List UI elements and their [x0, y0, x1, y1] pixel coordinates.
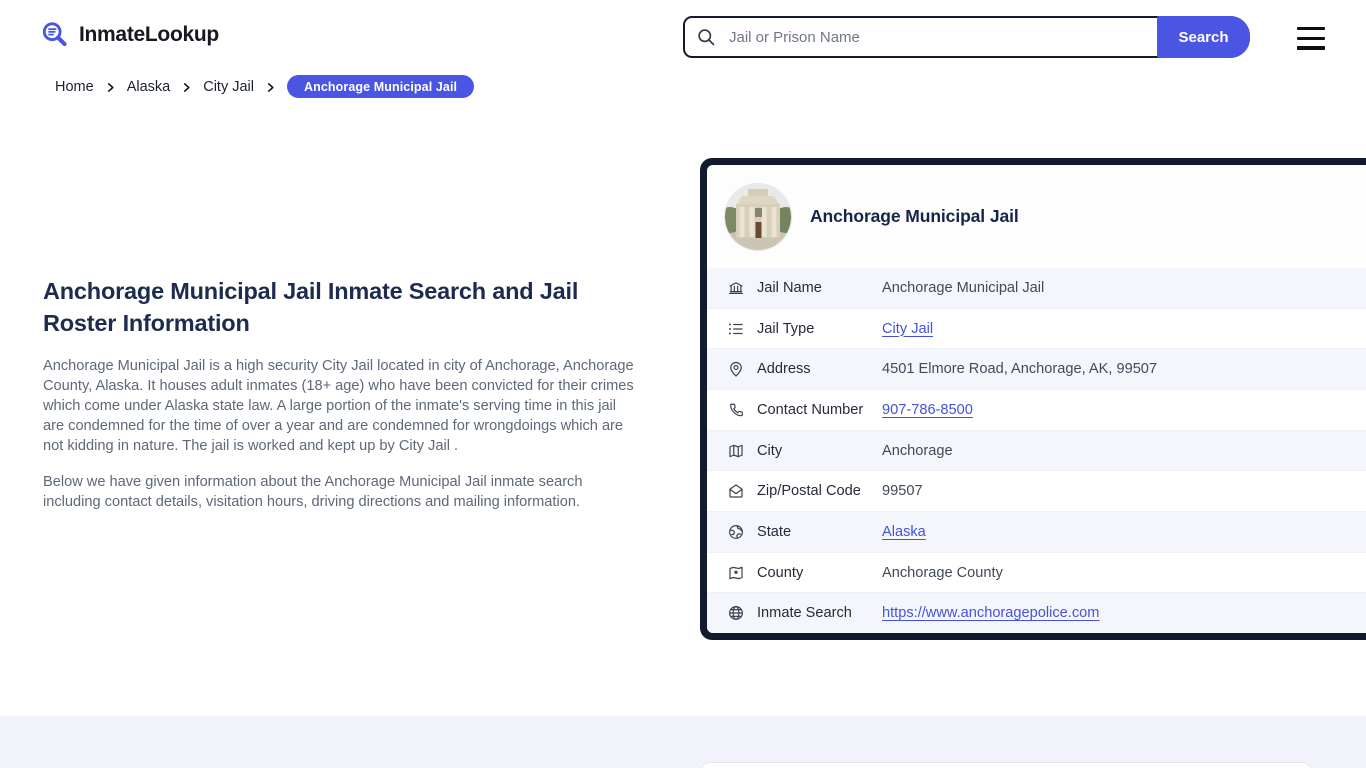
page-title: Anchorage Municipal Jail Inmate Search a… [43, 278, 579, 336]
row-label: State [757, 523, 792, 540]
menu-icon[interactable] [1297, 27, 1325, 50]
globe-icon [727, 604, 745, 622]
magnifier-logo-icon [42, 22, 67, 47]
list-icon [727, 320, 745, 338]
chevron-right-icon [181, 82, 192, 93]
footer-band [0, 716, 1366, 768]
jail-info-card-inner: Anchorage Municipal Jail Jail Name Ancho… [707, 165, 1366, 633]
row-label: County [757, 564, 804, 581]
chevron-right-icon [265, 82, 276, 93]
row-label: Address [757, 361, 811, 378]
intro-paragraph: Anchorage Municipal Jail is a high secur… [43, 358, 634, 454]
row-label: City [757, 442, 783, 459]
chevron-right-icon [105, 82, 116, 93]
breadcrumb: Home Alaska City Jail Anchorage Municipa… [55, 75, 475, 98]
info-row-city: City Anchorage [707, 429, 1366, 471]
phone-icon [727, 401, 745, 419]
info-row-state: State Alaska [707, 511, 1366, 552]
breadcrumb-current-badge: Anchorage Municipal Jail [286, 75, 475, 98]
map-marker-icon [727, 564, 745, 582]
bank-icon [727, 279, 745, 297]
envelope-icon [727, 482, 745, 500]
row-label: Inmate Search [757, 605, 852, 622]
info-row-contact-number: Contact Number 907-786-8500 [707, 389, 1366, 430]
state-link[interactable]: Alaska [882, 524, 926, 540]
info-row-county: County Anchorage County [707, 551, 1366, 593]
contact-number-link[interactable]: 907-786-8500 [882, 402, 973, 418]
row-label: Jail Name [757, 279, 822, 296]
page: InmateLookup Search Home Alaska City Jai… [0, 0, 1366, 768]
info-row-inmate-search: Inmate Search https://www.anchoragepolic… [707, 592, 1366, 633]
breadcrumb-city-jail[interactable]: City Jail [203, 79, 254, 95]
search-bar: Search [683, 16, 1250, 58]
row-value: 4501 Elmore Road, Anchorage, AK, 99507 [882, 361, 1158, 378]
info-row-address: Address 4501 Elmore Road, Anchorage, AK,… [707, 348, 1366, 390]
row-label: Contact Number [757, 401, 864, 418]
map-pin-icon [727, 360, 745, 378]
search-icon [696, 27, 716, 47]
jail-type-link[interactable]: City Jail [882, 321, 933, 337]
jail-info-card: Anchorage Municipal Jail Jail Name Ancho… [700, 158, 1366, 640]
row-value: Anchorage County [882, 564, 1003, 581]
info-row-jail-name: Jail Name Anchorage Municipal Jail [707, 268, 1366, 308]
row-label: Jail Type [757, 320, 815, 337]
info-rows: Jail Name Anchorage Municipal Jail Jail … [707, 268, 1366, 633]
breadcrumb-home[interactable]: Home [55, 79, 94, 95]
row-label: Zip/Postal Code [757, 483, 861, 500]
breadcrumb-alaska[interactable]: Alaska [127, 79, 171, 95]
map-icon [727, 442, 745, 460]
row-value: Anchorage Municipal Jail [882, 279, 1045, 296]
secondary-paragraph: Below we have given information about th… [43, 474, 583, 510]
card-title: Anchorage Municipal Jail [810, 206, 1019, 226]
card-header: Anchorage Municipal Jail [707, 165, 1366, 268]
globe-americas-icon [727, 523, 745, 541]
footer-card-edge [700, 762, 1312, 768]
info-row-jail-type: Jail Type City Jail [707, 307, 1366, 349]
row-value: 99507 [882, 483, 923, 500]
row-value: Anchorage [882, 442, 953, 459]
info-row-zip: Zip/Postal Code 99507 [707, 470, 1366, 511]
search-button[interactable]: Search [1157, 16, 1250, 58]
brand-logo[interactable]: InmateLookup [40, 20, 219, 50]
jail-photo [725, 183, 791, 250]
brand-name: InmateLookup [79, 23, 219, 46]
inmate-search-link[interactable]: https://www.anchoragepolice.com [882, 605, 1099, 621]
